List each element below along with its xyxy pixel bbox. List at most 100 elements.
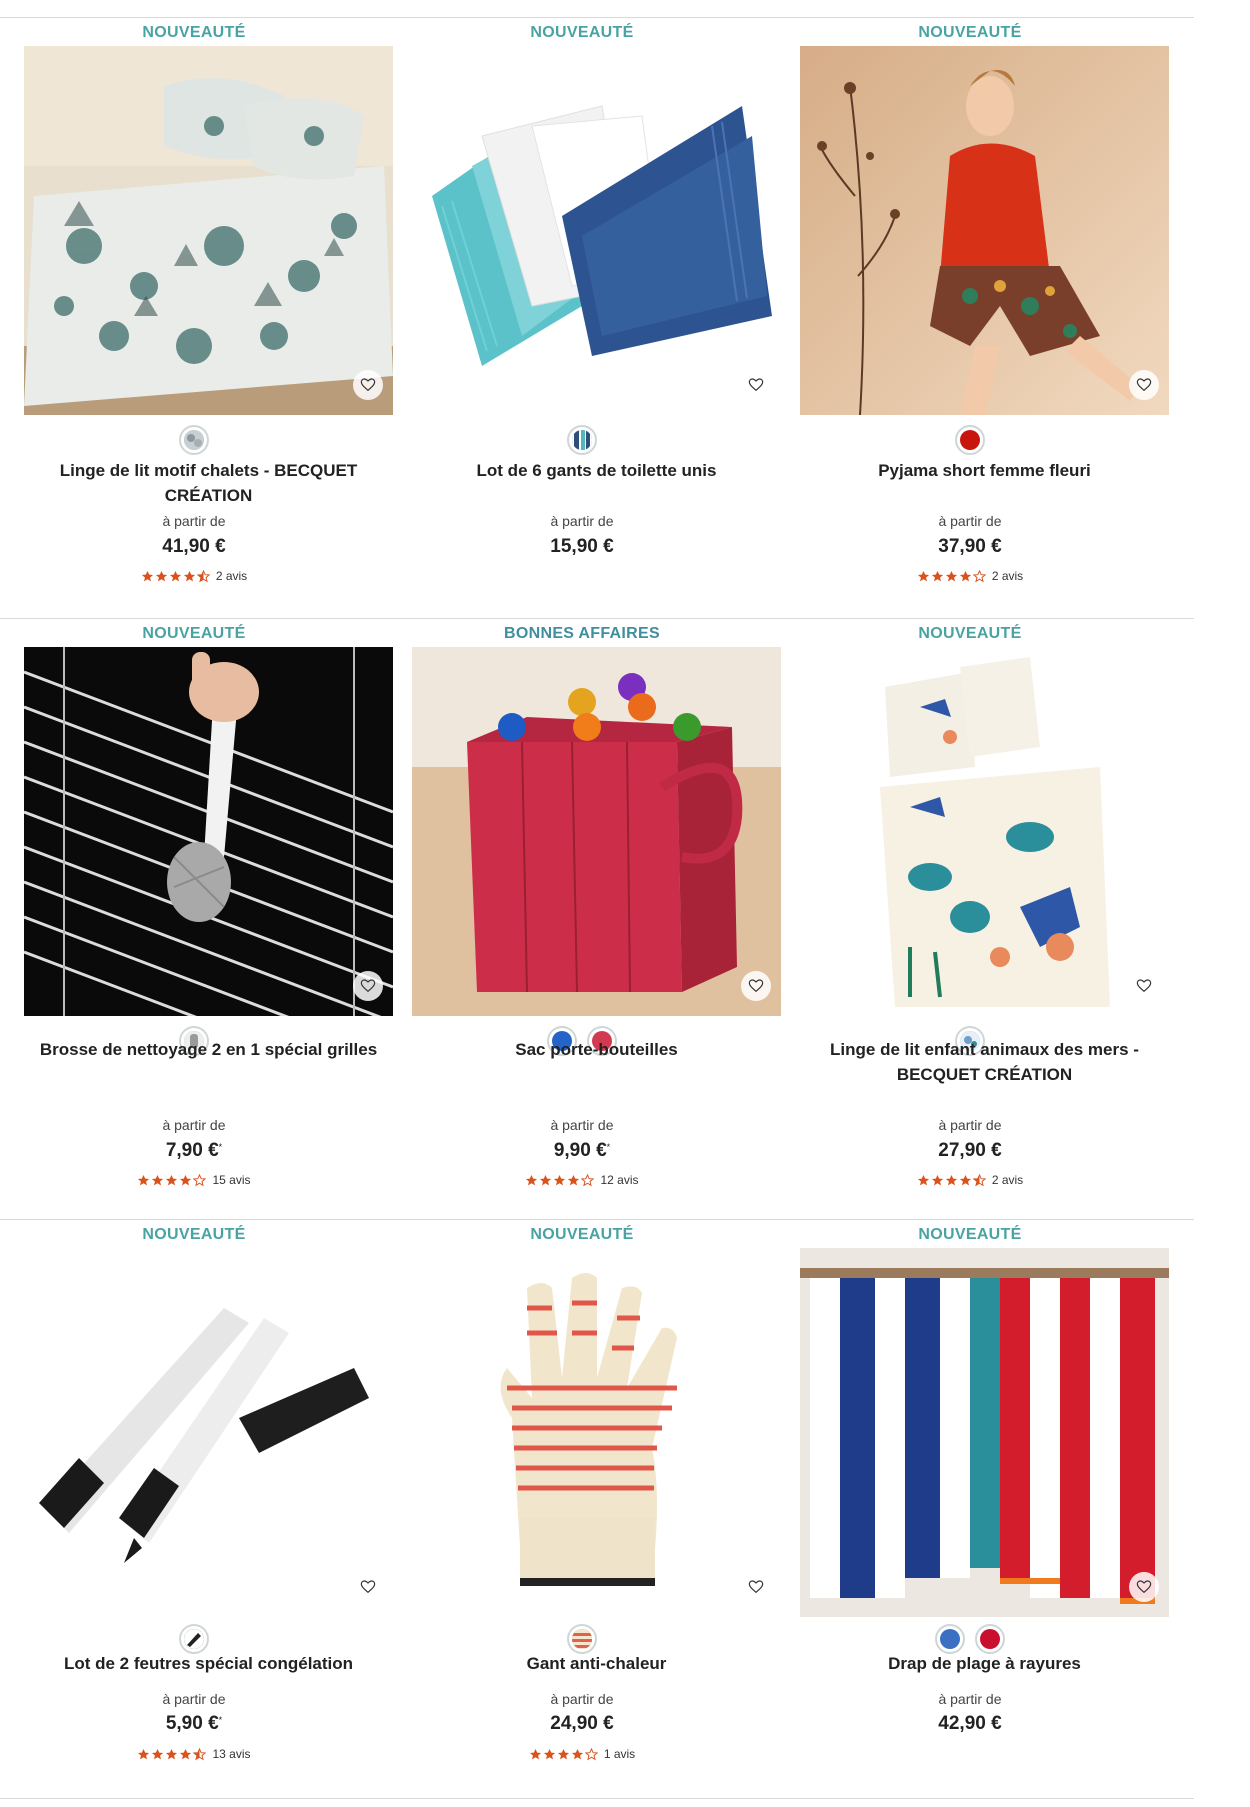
star-full-icon [945, 1174, 957, 1185]
star-half-icon [193, 1747, 207, 1760]
heart-outline-icon[interactable] [360, 1579, 376, 1595]
heart-outline-icon[interactable] [748, 377, 764, 393]
product-image[interactable] [800, 46, 1169, 415]
rating-stars [137, 1747, 207, 1761]
product-title[interactable]: Drap de plage à rayures [800, 1651, 1169, 1676]
product-rating[interactable]: 12 avis [388, 1173, 776, 1187]
favorite-button[interactable] [741, 370, 771, 400]
kids-sea-bedding-photo [800, 647, 1169, 1016]
heart-outline-icon[interactable] [748, 1579, 764, 1595]
heart-outline-icon[interactable] [360, 978, 376, 994]
product-title[interactable]: Linge de lit enfant animaux des mers - B… [800, 1037, 1169, 1087]
favorite-button[interactable] [353, 971, 383, 1001]
price-value: 42,90 € [938, 1713, 1002, 1734]
price-footnote-mark: * [218, 1715, 223, 1725]
product-card[interactable]: NOUVEAUTÉ Lot de 2 feutres spécial congé… [0, 1225, 393, 1807]
color-swatch-blue[interactable] [935, 1624, 965, 1654]
product-card[interactable]: NOUVEAUTÉ Brosse de nettoyage 2 en 1 spé… [0, 624, 393, 1214]
heart-outline-icon[interactable] [748, 978, 764, 994]
product-rating[interactable]: 13 avis [0, 1747, 388, 1761]
star-full-icon [945, 570, 957, 581]
favorite-button[interactable] [741, 971, 771, 1001]
heart-outline-icon[interactable] [360, 377, 376, 393]
product-title[interactable]: Gant anti-chaleur [412, 1651, 781, 1676]
product-card[interactable]: NOUVEAUTÉ [0, 23, 393, 613]
color-swatch-red[interactable] [975, 1624, 1005, 1654]
product-title[interactable]: Lot de 2 feutres spécial congélation [24, 1651, 393, 1676]
color-swatch-red-stripes[interactable] [567, 1624, 597, 1654]
review-count[interactable]: 2 avis [992, 1173, 1023, 1187]
price-from-label: à partir de [938, 1117, 1002, 1133]
color-swatch-floral-grey[interactable] [179, 425, 209, 455]
rating-stars [529, 1747, 598, 1761]
product-image[interactable] [412, 46, 781, 415]
review-count[interactable]: 13 avis [212, 1747, 250, 1761]
review-count[interactable]: 12 avis [600, 1173, 638, 1187]
product-rating[interactable]: 2 avis [776, 1173, 1164, 1187]
product-card[interactable]: NOUVEAUTÉ Linge de lit enfant animaux de… [776, 624, 1169, 1214]
rating-stars [917, 1173, 986, 1187]
product-title[interactable]: Brosse de nettoyage 2 en 1 spécial grill… [24, 1037, 393, 1062]
product-badge: NOUVEAUTÉ [530, 24, 634, 41]
product-price: 15,90 € [388, 536, 776, 558]
product-card[interactable]: BONNES AFFAIRES Sac porte-bouteilles à p… [388, 624, 781, 1214]
color-swatch-multicolor-stripes[interactable] [567, 425, 597, 455]
price-from-label: à partir de [162, 1117, 226, 1133]
review-count[interactable]: 1 avis [604, 1747, 635, 1761]
product-title[interactable]: Lot de 6 gants de toilette unis [412, 458, 781, 483]
product-card[interactable]: NOUVEAUTÉ Gant anti-chaleur à partir de 24… [388, 1225, 781, 1807]
price-value: 41,90 € [162, 536, 226, 557]
star-full-icon [183, 570, 195, 581]
heart-outline-icon[interactable] [1136, 377, 1152, 393]
price-value: 37,90 € [938, 536, 1002, 557]
beach-towel-stripes-photo [800, 1248, 1169, 1617]
product-card[interactable]: NOUVEAUTÉ [776, 1225, 1169, 1807]
favorite-button[interactable] [1129, 971, 1159, 1001]
product-image[interactable] [412, 647, 781, 1016]
favorite-button[interactable] [1129, 370, 1159, 400]
product-image[interactable] [24, 647, 393, 1016]
star-full-icon [166, 1748, 178, 1759]
product-image[interactable] [800, 647, 1169, 1016]
star-full-icon [568, 1174, 580, 1185]
product-title[interactable]: Linge de lit motif chalets - BECQUET CRÉ… [24, 458, 393, 508]
favorite-button[interactable] [741, 1572, 771, 1602]
star-empty-icon [193, 1173, 207, 1186]
color-swatches [388, 1624, 776, 1654]
star-full-icon [138, 1748, 150, 1759]
price-value: 24,90 € [550, 1713, 614, 1734]
product-card[interactable]: NOUVEAUTÉ Pyjama short femme fleuri à pa… [776, 23, 1169, 613]
star-empty-icon [581, 1173, 595, 1186]
product-image[interactable] [24, 1248, 393, 1617]
review-count[interactable]: 2 avis [216, 569, 247, 583]
row-separator-1 [0, 618, 1194, 619]
price-footnote-mark: * [606, 1142, 611, 1152]
review-count[interactable]: 15 avis [212, 1173, 250, 1187]
product-rating[interactable]: 15 avis [0, 1173, 388, 1187]
favorite-button[interactable] [353, 1572, 383, 1602]
star-full-icon [169, 570, 181, 581]
favorite-button[interactable] [353, 370, 383, 400]
product-rating[interactable]: 2 avis [0, 569, 388, 583]
star-full-icon [959, 1174, 971, 1185]
product-title[interactable]: Sac porte-bouteilles [412, 1037, 781, 1062]
star-full-icon [917, 1174, 929, 1185]
review-count[interactable]: 2 avis [992, 569, 1023, 583]
price-from-label: à partir de [162, 1691, 226, 1707]
price-value: 5,90 € [165, 1713, 219, 1734]
color-swatch-black[interactable] [179, 1624, 209, 1654]
product-image[interactable] [412, 1248, 781, 1617]
product-title[interactable]: Pyjama short femme fleuri [800, 458, 1169, 483]
favorite-button[interactable] [1129, 1572, 1159, 1602]
product-rating[interactable]: 2 avis [776, 569, 1164, 583]
heart-outline-icon[interactable] [1136, 978, 1152, 994]
color-swatch-red[interactable] [955, 425, 985, 455]
price-from-label: à partir de [938, 513, 1002, 529]
product-rating[interactable]: 1 avis [388, 1747, 776, 1761]
product-badge: NOUVEAUTÉ [918, 1226, 1022, 1243]
heart-outline-icon[interactable] [1136, 1579, 1152, 1595]
product-image[interactable] [800, 1248, 1169, 1617]
product-image[interactable] [24, 46, 393, 415]
product-card[interactable]: NOUVEAUTÉ Lot de 6 gants de toilette uni… [388, 23, 781, 613]
product-price: 7,90 €* [0, 1140, 388, 1162]
